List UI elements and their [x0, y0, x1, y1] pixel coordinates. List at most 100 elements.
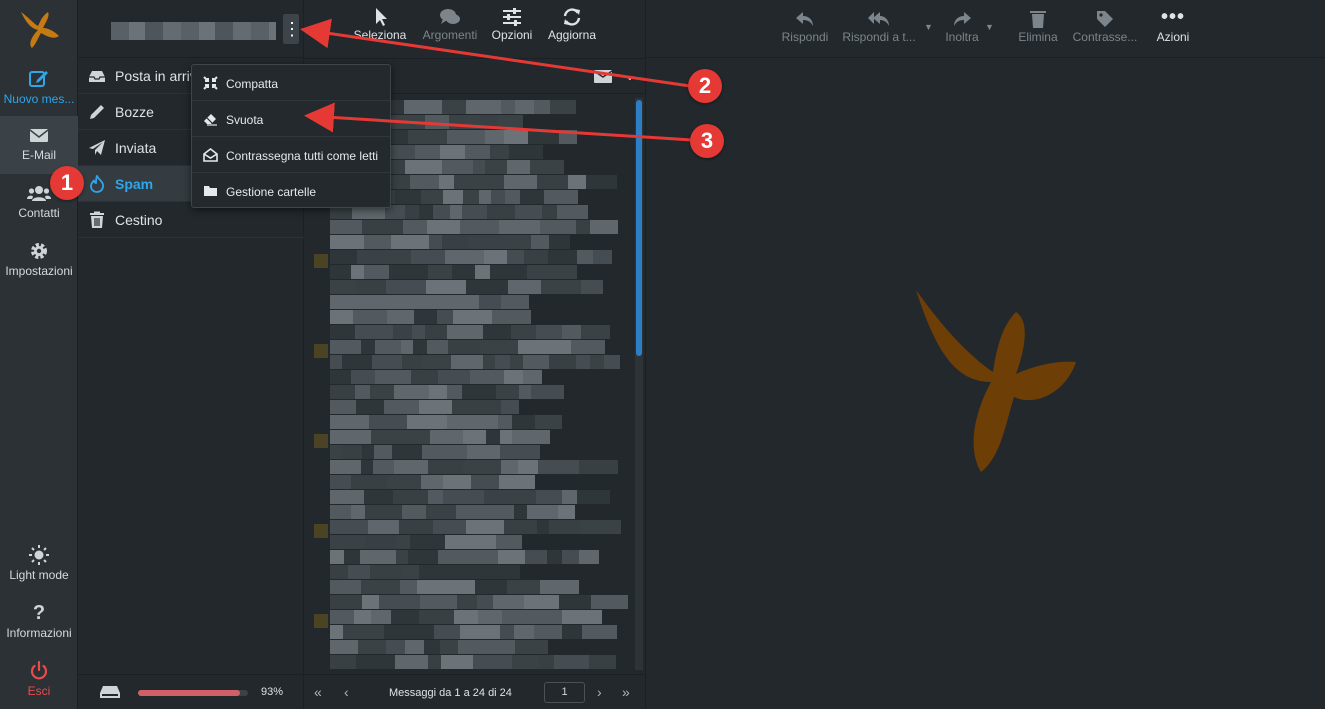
blurred-text-block — [462, 205, 487, 219]
message-row-blurred[interactable] — [314, 340, 634, 370]
new-message-button[interactable]: Nuovo mes... — [0, 60, 78, 116]
blurred-text-block — [466, 400, 501, 414]
forward-dropdown-icon[interactable]: ▼ — [985, 22, 994, 32]
folder-actions-menu-button[interactable]: ⋮ — [283, 14, 301, 44]
blurred-text-block — [538, 460, 560, 474]
blurred-text-block — [437, 310, 453, 324]
menu-item-label: Svuota — [226, 113, 264, 127]
message-row-blurred[interactable] — [314, 310, 634, 340]
question-icon: ? — [32, 602, 46, 624]
message-row-blurred[interactable] — [314, 550, 634, 580]
blurred-text-block — [369, 415, 407, 429]
blurred-text-block — [591, 595, 628, 609]
blurred-text-block — [466, 100, 501, 114]
blurred-text-block — [330, 595, 362, 609]
menu-item-mark-all-read[interactable]: Contrassegna tutti come letti — [192, 137, 390, 173]
message-row-blurred[interactable] — [314, 460, 634, 490]
message-row-blurred[interactable] — [314, 640, 634, 670]
blurred-text-block — [473, 160, 485, 174]
actions-button[interactable]: ••• Azioni — [1152, 7, 1194, 44]
quota-bar-fill — [138, 690, 241, 696]
blurred-text-block — [330, 220, 362, 234]
message-row-blurred[interactable] — [314, 430, 634, 460]
list-options-icon[interactable] — [594, 70, 612, 83]
next-page-icon[interactable]: › — [597, 684, 602, 700]
blurred-text-block — [439, 175, 454, 189]
reply-all-dropdown-icon[interactable]: ▼ — [924, 22, 933, 32]
refresh-button[interactable]: Aggiorna — [544, 6, 600, 42]
reply-all-button[interactable]: Rispondi a t... — [840, 8, 918, 44]
envelope-open-icon — [203, 148, 218, 162]
trash-icon — [90, 211, 104, 228]
message-row-blurred[interactable] — [314, 490, 634, 520]
blurred-text-block — [547, 550, 562, 564]
blurred-text-block — [466, 520, 504, 534]
message-row-blurred[interactable] — [314, 400, 634, 430]
reply-button[interactable]: Rispondi — [778, 8, 832, 44]
mark-button[interactable]: Contrasse... — [1070, 8, 1140, 44]
message-row-blurred[interactable] — [314, 280, 634, 310]
blurred-text-block — [550, 100, 576, 114]
blurred-text-block — [492, 310, 531, 324]
forward-button[interactable]: Inoltra — [942, 8, 982, 44]
blurred-text-block — [330, 655, 356, 669]
blurred-text-block — [581, 280, 603, 294]
blurred-text-block — [413, 340, 427, 354]
message-count: Messaggi da 1 a 24 di 24 — [389, 687, 512, 699]
blurred-text-block — [330, 565, 348, 579]
blurred-text-block — [515, 205, 542, 219]
page-number-input[interactable]: 1 — [544, 682, 585, 703]
select-button[interactable]: Seleziona — [353, 6, 407, 42]
settings-button[interactable]: Impostazioni — [0, 232, 78, 288]
blurred-text-block — [387, 475, 421, 489]
delete-button[interactable]: Elimina — [1016, 8, 1060, 44]
message-row-blurred[interactable] — [314, 520, 634, 550]
scrollbar-thumb[interactable] — [636, 100, 642, 356]
menu-item-manage-folders[interactable]: Gestione cartelle — [192, 173, 390, 209]
menu-item-compact[interactable]: Compatta — [192, 65, 390, 101]
blurred-text-block — [483, 355, 495, 369]
info-button[interactable]: ? Informazioni — [0, 594, 78, 650]
menu-item-label: Contrassegna tutti come letti — [226, 149, 379, 163]
blurred-text-block — [445, 250, 484, 264]
chevron-down-icon[interactable]: ⌄ — [624, 67, 636, 84]
blurred-text-block — [357, 250, 380, 264]
blurred-text-block — [447, 415, 476, 429]
threads-label: Argomenti — [422, 28, 478, 42]
options-button[interactable]: Opzioni — [490, 6, 534, 42]
prev-page-icon[interactable]: ‹ — [344, 684, 349, 700]
blurred-text-block — [604, 355, 620, 369]
blurred-text-block — [330, 385, 355, 399]
blurred-text-block — [537, 175, 568, 189]
blurred-text-block — [571, 340, 605, 354]
message-row-blurred[interactable] — [314, 370, 634, 400]
logout-button[interactable]: Esci — [0, 652, 78, 708]
message-row-blurred[interactable] — [314, 580, 634, 610]
last-page-icon[interactable]: » — [622, 684, 630, 700]
message-row-blurred[interactable] — [314, 250, 634, 280]
blurred-text-block — [498, 550, 525, 564]
cursor-icon — [376, 8, 387, 26]
threads-button[interactable]: Argomenti — [420, 6, 480, 42]
blurred-text-block — [364, 265, 389, 279]
blurred-text-block — [540, 580, 579, 594]
blurred-text-block — [523, 370, 542, 384]
blurred-text-block — [364, 490, 393, 504]
blurred-text-block — [379, 595, 391, 609]
light-mode-button[interactable]: Light mode — [0, 536, 78, 592]
first-page-icon[interactable]: « — [314, 684, 322, 700]
blurred-text-block — [438, 550, 459, 564]
menu-item-empty[interactable]: Svuota — [192, 101, 390, 137]
message-row-blurred[interactable] — [314, 220, 634, 250]
blurred-text-block — [530, 160, 564, 174]
blurred-text-block — [559, 595, 591, 609]
roundcube-logo[interactable] — [16, 6, 62, 52]
blurred-text-block — [549, 355, 576, 369]
blurred-text-block — [498, 115, 523, 129]
blurred-text-block — [399, 625, 434, 639]
annotation-badge-1: 1 — [50, 166, 84, 200]
message-list-scrollbar[interactable] — [635, 98, 643, 670]
blurred-text-block — [374, 445, 392, 459]
message-row-blurred[interactable] — [314, 610, 634, 640]
logout-label: Esci — [27, 684, 51, 698]
